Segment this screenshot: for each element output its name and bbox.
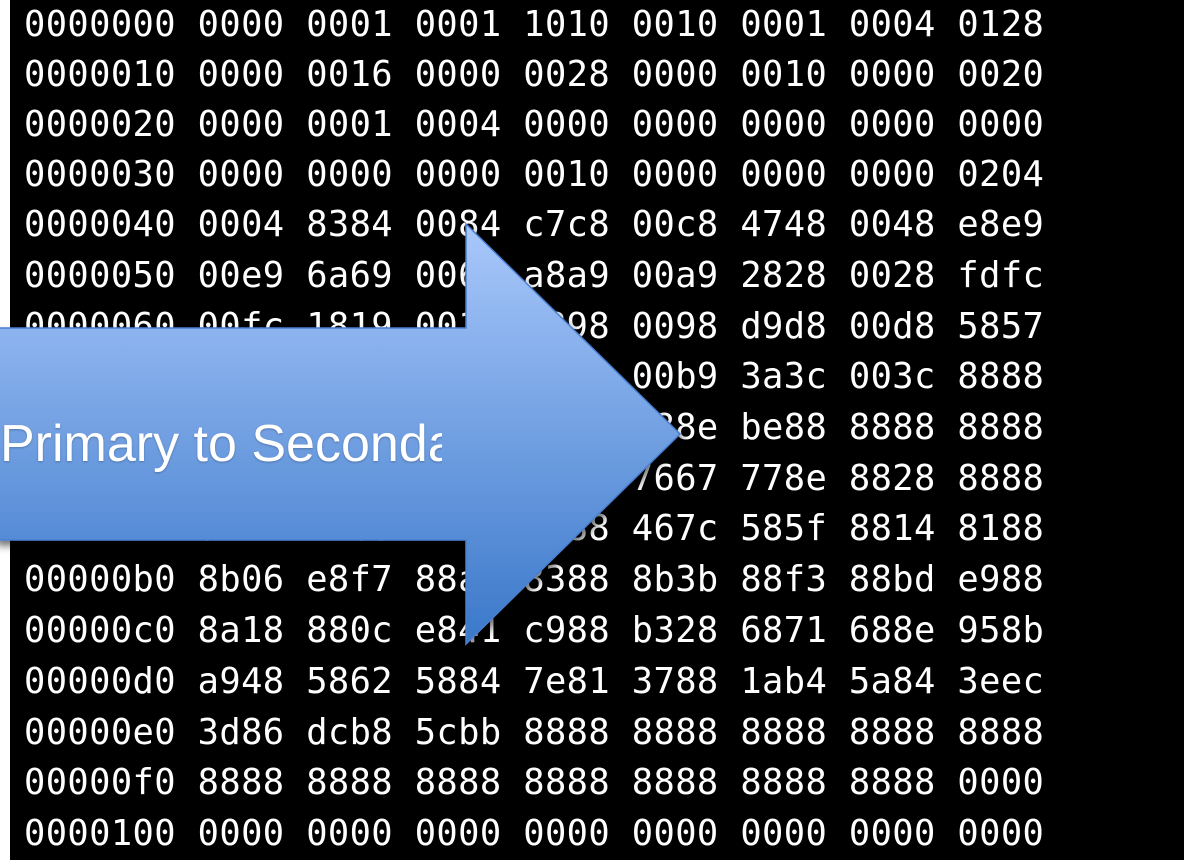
hex-line: 00000d0 a948 5862 5884 7e81 3788 1ab4 5a… xyxy=(24,661,1045,702)
hex-line: 00000f0 8888 8888 8888 8888 8888 8888 88… xyxy=(24,762,1045,803)
hex-line: 0000100 0000 0000 0000 0000 0000 0000 00… xyxy=(24,813,1045,854)
hex-line: 0000010 0000 0016 0000 0028 0000 0010 00… xyxy=(24,54,1045,95)
arrow-label: Primary to Secondary xyxy=(0,415,442,473)
hex-line: 0000000 0000 0001 0001 1010 0010 0001 00… xyxy=(24,4,1045,45)
hex-line: 00000e0 3d86 dcb8 5cbb 8888 8888 8888 88… xyxy=(24,712,1045,753)
hex-line: 0000020 0000 0001 0004 0000 0000 0000 00… xyxy=(24,104,1045,145)
hex-line: 0000030 0000 0000 0000 0010 0000 0000 00… xyxy=(24,154,1045,195)
